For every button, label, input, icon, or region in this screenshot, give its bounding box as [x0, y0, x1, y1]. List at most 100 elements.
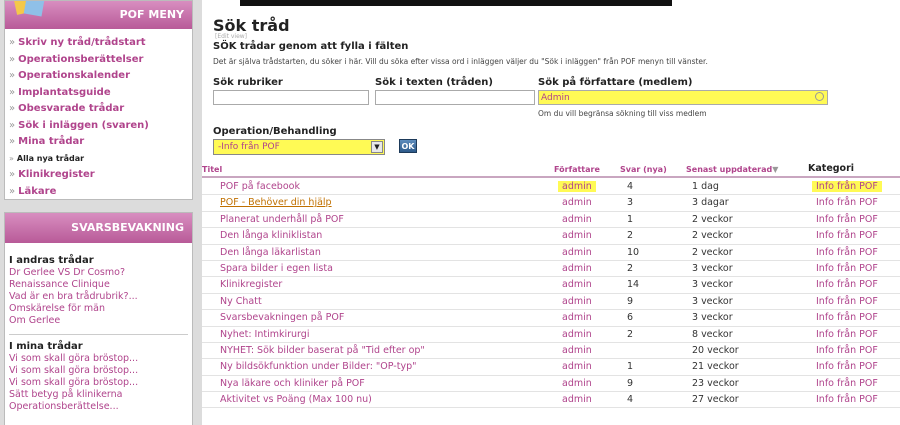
thread-category-link[interactable]: Info från POF: [816, 247, 878, 258]
thread-author-link[interactable]: admin: [562, 214, 592, 225]
watch-thread-link[interactable]: Vi som skall göra bröstop...: [9, 365, 192, 377]
table-row: Den långa kliniklistan admin 2 2 veckor Info…: [202, 228, 900, 245]
thread-reply-count: 6: [627, 312, 633, 323]
thread-author-link[interactable]: admin: [562, 296, 592, 307]
thread-title-link[interactable]: Svarsbevakningen på POF: [220, 312, 344, 323]
thread-title-link[interactable]: Nyhet: Intimkirurgi: [220, 329, 309, 340]
thread-title-link[interactable]: Planerat underhåll på POF: [220, 214, 344, 225]
pof-menu-title: POF MENY: [119, 8, 184, 21]
thread-title-link[interactable]: Den långa kliniklistan: [220, 230, 322, 241]
thread-author-link[interactable]: admin: [562, 247, 592, 258]
thread-title-link[interactable]: POF - Behöver din hjälp: [220, 197, 332, 208]
pof-menu-item-label: Implantatsguide: [18, 86, 111, 98]
pof-menu-item[interactable]: » Alla nya trådar: [9, 151, 192, 168]
watch-thread-link[interactable]: Vi som skall göra bröstop...: [9, 377, 192, 389]
header-svar[interactable]: Svar (nya): [620, 165, 667, 174]
watch-thread-link[interactable]: Vad är en bra trådrubrik?...: [9, 291, 192, 303]
sidebar: POF MENY » Skriv ny tråd/trådstart» Operat…: [0, 0, 197, 425]
header-updated[interactable]: Senast uppdaterad▼: [686, 165, 778, 174]
pof-menu-item[interactable]: » Operationskalender: [9, 68, 192, 85]
thread-updated: 3 dagar: [692, 197, 729, 208]
chevron-down-icon[interactable]: ▼: [371, 141, 383, 153]
thread-author-link[interactable]: admin: [562, 312, 592, 323]
thread-category-link[interactable]: Info från POF: [816, 263, 878, 274]
thread-author-link[interactable]: admin: [562, 361, 592, 372]
watch-thread-link[interactable]: Sätt betyg på klinikerna: [9, 389, 192, 401]
table-row: Spara bilder i egen lista admin 2 3 veckor I…: [202, 261, 900, 278]
thread-category-link[interactable]: Info från POF: [816, 312, 878, 323]
thread-updated: 2 veckor: [692, 230, 733, 241]
thread-category-link[interactable]: Info från POF: [816, 394, 878, 405]
thread-author-link-text: admin: [558, 181, 596, 192]
thread-category-link[interactable]: Info från POF: [816, 214, 878, 225]
thread-category-link[interactable]: Info från POF: [816, 378, 878, 389]
pof-menu-item[interactable]: » Läkare: [9, 184, 192, 201]
thread-author-link[interactable]: admin: [562, 263, 592, 274]
pof-menu-item[interactable]: » Operationsberättelser: [9, 52, 192, 69]
thread-category-link[interactable]: Info från POF: [816, 345, 878, 356]
bullet-icon: »: [9, 169, 16, 180]
pof-menu-item[interactable]: » Obesvarade trådar: [9, 101, 192, 118]
thread-reply-count: 4: [627, 394, 633, 405]
operation-select[interactable]: -Info från POF ▼: [213, 139, 385, 155]
thread-title-link[interactable]: Ny bildsökfunktion under Bilder: "OP-typ…: [220, 361, 416, 372]
thread-updated-text: 2 veckor: [692, 246, 733, 258]
thread-category-link-text: Info från POF: [816, 197, 878, 209]
thread-author-link[interactable]: admin: [562, 329, 592, 340]
ok-button[interactable]: OK: [399, 139, 417, 153]
thread-reply-count-text: 14: [627, 279, 640, 291]
watch-thread-link[interactable]: Vi som skall göra bröstop...: [9, 353, 192, 365]
thread-author-link-text: admin: [562, 246, 592, 258]
thread-title-link[interactable]: Aktivitet vs Poäng (Max 100 nu): [220, 394, 372, 405]
pof-menu-item[interactable]: » Skriv ny tråd/trådstart: [9, 35, 192, 52]
author-field[interactable]: [538, 90, 828, 106]
table-row: Ny Chatt admin 9 3 veckor Info från POF: [202, 294, 900, 311]
threads-table-body: POF på facebook admin 4 1 dag Info från POF P…: [202, 179, 900, 409]
thread-category-link[interactable]: Info från POF: [816, 279, 878, 290]
header-author[interactable]: Författare: [554, 165, 600, 174]
texten-label: Sök i texten (tråden): [375, 77, 493, 88]
thread-title-link[interactable]: Ny Chatt: [220, 296, 262, 307]
thread-category-link[interactable]: Info från POF: [816, 361, 878, 372]
edit-view-link[interactable]: [Edit view]: [215, 33, 247, 40]
thread-category-link[interactable]: Info från POF: [812, 181, 882, 192]
texten-input[interactable]: [375, 90, 535, 105]
thread-category-link[interactable]: Info från POF: [816, 230, 878, 241]
thread-author-link[interactable]: admin: [562, 230, 592, 241]
watch-thread-link[interactable]: Operationsberättelse...: [9, 401, 192, 413]
thread-title-link-text: Nyhet: Intimkirurgi: [220, 328, 310, 340]
thread-reply-count: 9: [627, 296, 633, 307]
author-input[interactable]: [538, 90, 828, 105]
thread-author-link[interactable]: admin: [562, 345, 592, 356]
thread-author-link[interactable]: admin: [562, 394, 592, 405]
thread-author-link[interactable]: admin: [558, 181, 596, 192]
watch-thread-link[interactable]: Omskärelse för män: [9, 303, 192, 315]
thread-title-link[interactable]: Klinikregister: [220, 279, 282, 290]
thread-title-link[interactable]: Den långa läkarlistan: [220, 247, 321, 258]
pof-menu-item[interactable]: » Klinikregister: [9, 167, 192, 184]
thread-category-link[interactable]: Info från POF: [816, 296, 878, 307]
thread-author-link-text: admin: [562, 197, 592, 209]
watch-thread-link[interactable]: Om Gerlee: [9, 315, 192, 327]
thread-category-link[interactable]: Info från POF: [816, 197, 878, 208]
thread-author-link-text: admin: [562, 230, 592, 242]
watch-thread-link[interactable]: Renaissance Clinique: [9, 279, 192, 291]
thread-author-link[interactable]: admin: [562, 378, 592, 389]
pof-menu-item[interactable]: » Sök i inläggen (svaren): [9, 118, 192, 135]
thread-updated: 27 veckor: [692, 394, 739, 405]
rubriker-input[interactable]: [213, 90, 369, 105]
thread-title-link[interactable]: POF på facebook: [220, 181, 300, 192]
thread-title-link[interactable]: Nya läkare och kliniker på POF: [220, 378, 365, 389]
thread-title-link-text: Planerat underhåll på POF: [220, 213, 344, 225]
thread-author-link[interactable]: admin: [562, 197, 592, 208]
thread-author-link[interactable]: admin: [562, 279, 592, 290]
header-title[interactable]: Titel: [202, 165, 222, 174]
watch-thread-link[interactable]: Dr Gerlee VS Dr Cosmo?: [9, 267, 192, 279]
search-icon[interactable]: [815, 92, 824, 101]
thread-title-link[interactable]: Spara bilder i egen lista: [220, 263, 333, 274]
thread-category-link[interactable]: Info från POF: [816, 329, 878, 340]
bullet-icon: »: [9, 86, 16, 98]
thread-title-link[interactable]: NYHET: Sök bilder baserat på "Tid efter …: [220, 345, 425, 356]
pof-menu-item[interactable]: » Implantatsguide: [9, 85, 192, 102]
pof-menu-item[interactable]: » Mina trådar: [9, 134, 192, 151]
